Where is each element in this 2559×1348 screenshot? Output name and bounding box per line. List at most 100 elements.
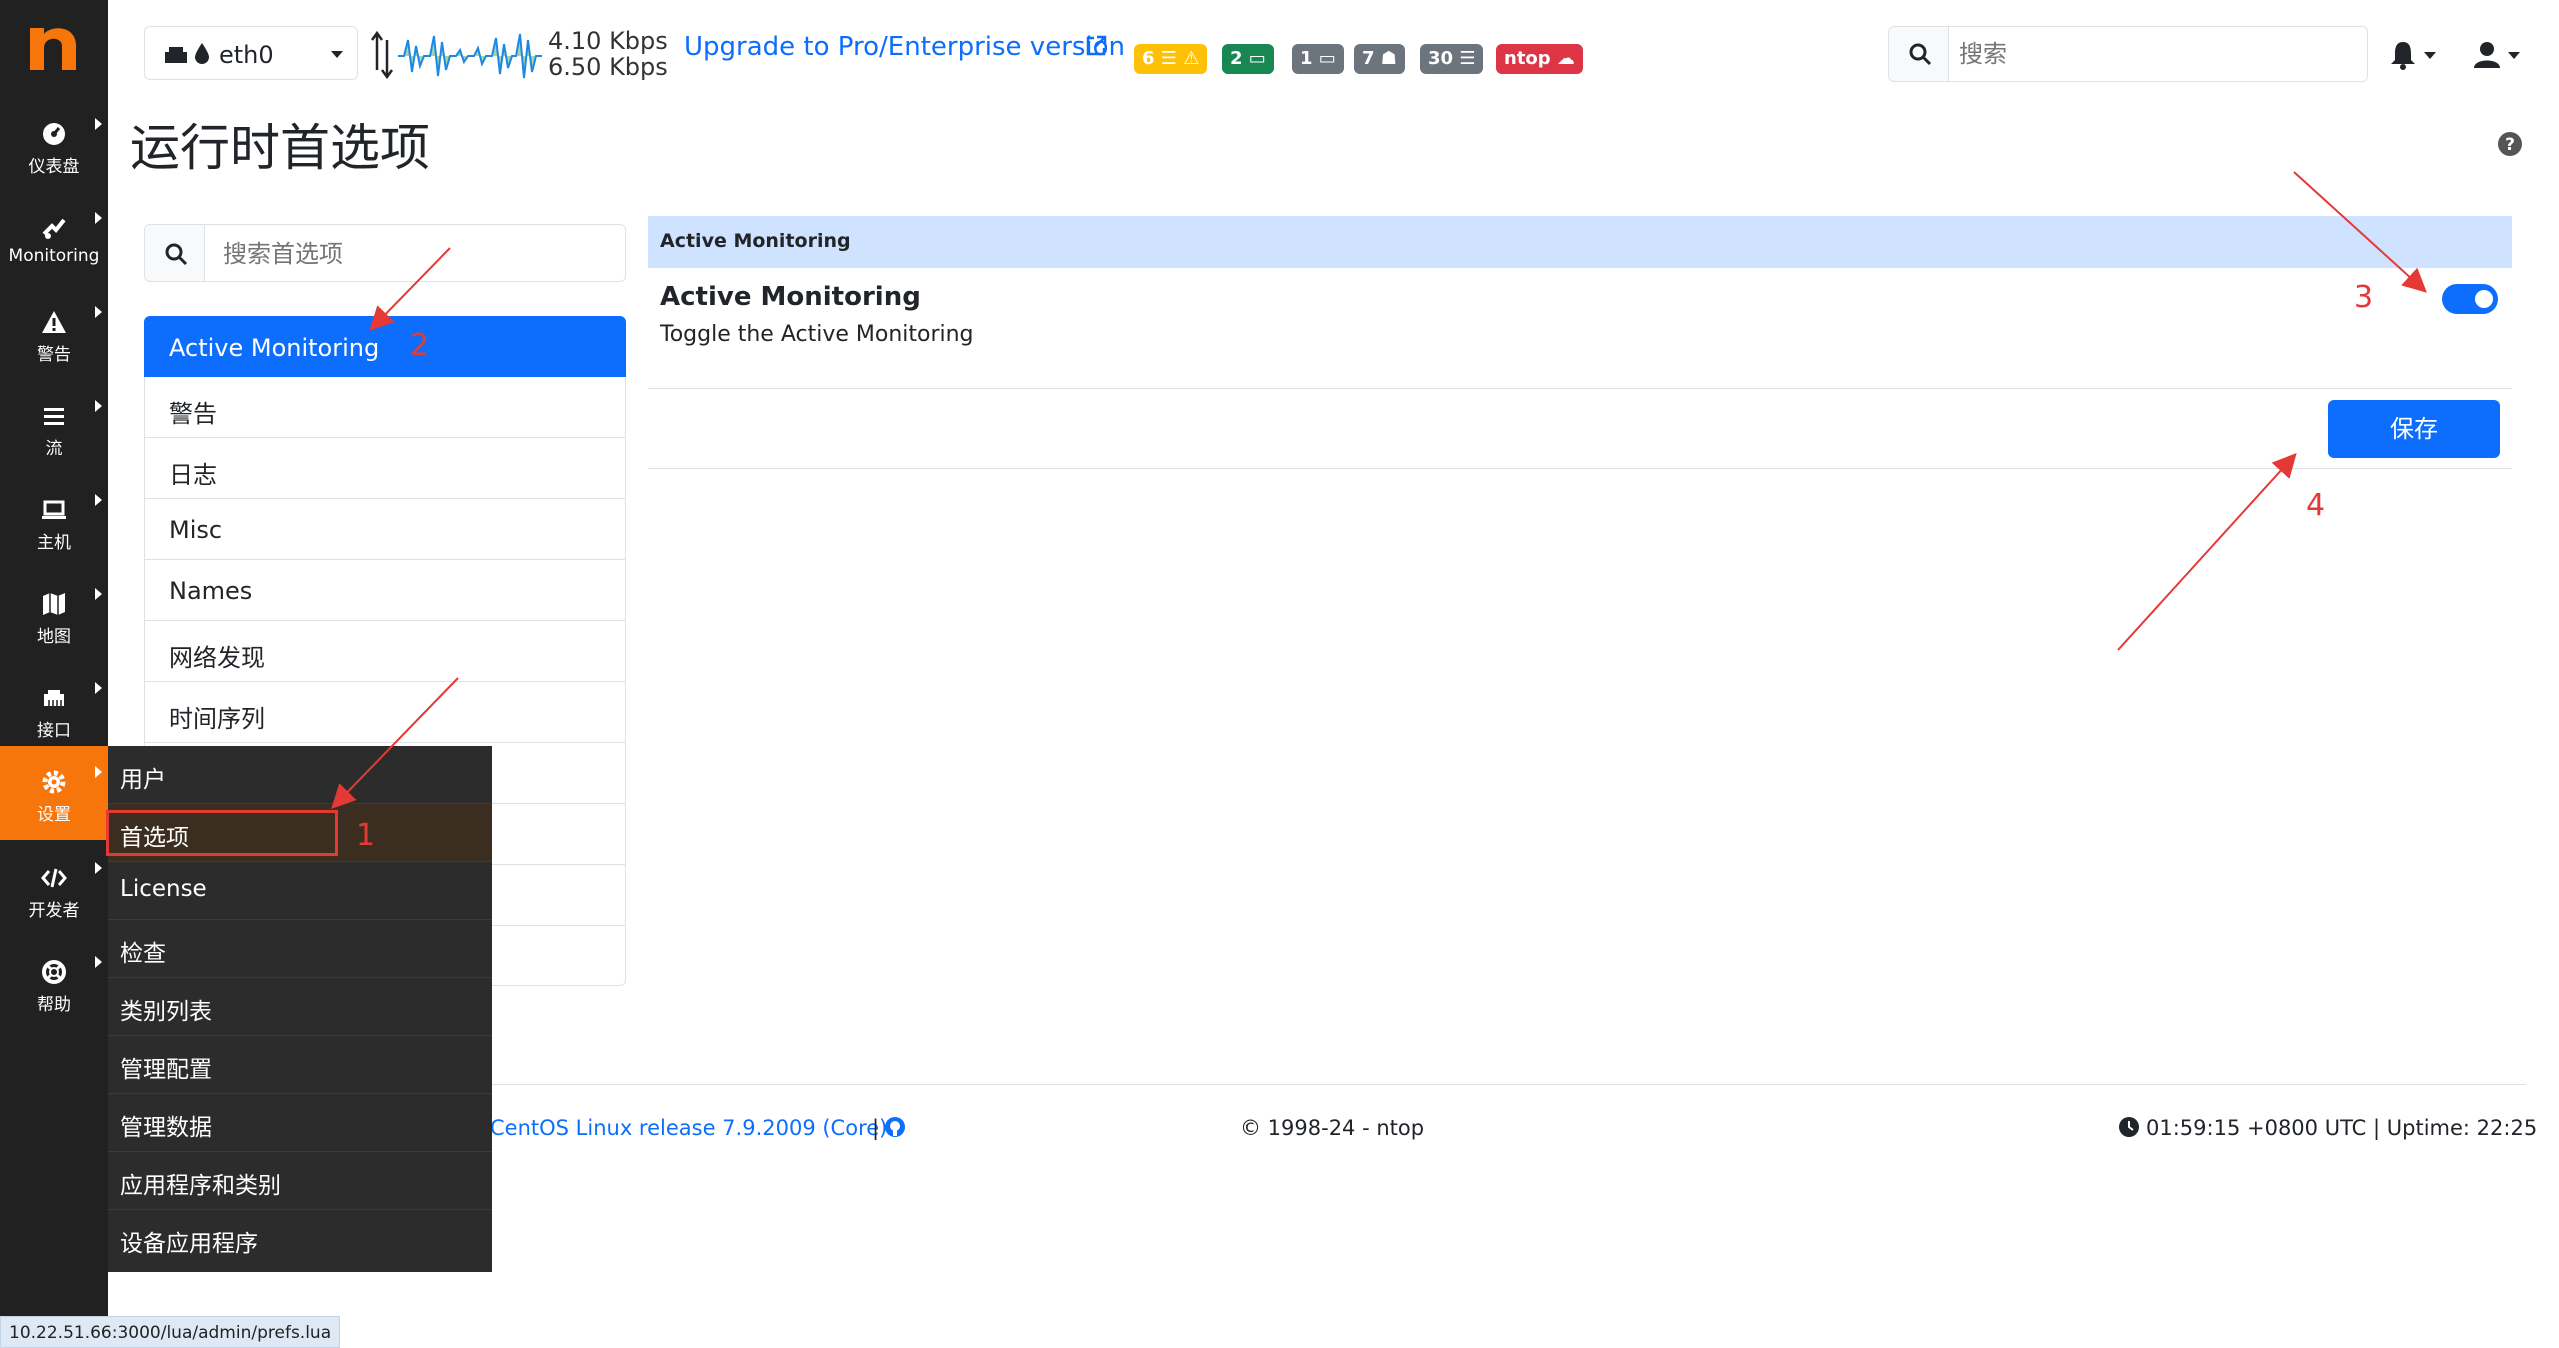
pref-item-misc[interactable]: Misc (144, 499, 626, 560)
chevron-right-icon (95, 956, 102, 968)
chevron-right-icon (95, 118, 102, 130)
sidebar-label: 设置 (37, 805, 71, 825)
annotation-number: 2 (410, 328, 430, 363)
sidebar-label: 开发者 (28, 901, 80, 921)
search-button[interactable] (145, 225, 205, 281)
submenu-item-categories[interactable]: 类别列表 (108, 978, 492, 1036)
save-button[interactable]: 保存 (2328, 400, 2500, 458)
sidebar-item-settings[interactable]: 设置 (0, 746, 108, 840)
pref-title: Active Monitoring (660, 282, 921, 312)
sidebar-label: 仪表盘 (28, 157, 80, 177)
lifering-icon (42, 960, 66, 984)
hosts-icon (42, 500, 66, 519)
submenu-item-license[interactable]: License (108, 862, 492, 920)
chevron-right-icon (95, 494, 102, 506)
pref-item-active-monitoring[interactable]: Active Monitoring (144, 316, 626, 377)
sidebar-item-monitoring[interactable]: Monitoring (0, 192, 108, 284)
dashboard-icon (43, 123, 65, 145)
sidebar-label: 帮助 (37, 995, 71, 1015)
search-input[interactable] (1959, 37, 2349, 71)
sidebar-label: 地图 (37, 627, 71, 647)
github-icon[interactable] (884, 1116, 906, 1138)
pref-item-alerts[interactable]: 警告 (144, 377, 626, 438)
download-rate: 6.50 Kbps (548, 53, 668, 81)
bell-icon[interactable] (2386, 38, 2420, 72)
monitoring-icon (42, 218, 66, 239)
local-hosts-badge[interactable]: 2 ▭ (1222, 44, 1274, 74)
sidebar: 仪表盘 Monitoring 警告 流 主机 地图 接口 设置 开发者 帮助 (0, 0, 108, 1348)
flows-badge[interactable]: 30 ☰ (1420, 44, 1484, 74)
chevron-right-icon (95, 306, 102, 318)
sidebar-item-developer[interactable]: 开发者 (0, 842, 108, 934)
flows-icon (44, 408, 64, 425)
chevron-right-icon (95, 766, 102, 778)
pcap-drop-icon (195, 43, 209, 64)
remote-hosts-badge[interactable]: 1 ▭ (1292, 44, 1344, 74)
devices-badge[interactable]: 7 ☗ (1354, 44, 1405, 74)
search-icon (165, 243, 188, 266)
sidebar-item-alerts[interactable]: 警告 (0, 286, 108, 378)
preferences-search (144, 224, 626, 282)
question-circle-icon[interactable]: ? (2496, 130, 2524, 158)
sidebar-item-hosts[interactable]: 主机 (0, 474, 108, 566)
sidebar-item-dashboard[interactable]: 仪表盘 (0, 98, 108, 190)
sidebar-label: 主机 (37, 533, 71, 553)
uptime-text: 01:59:15 +0800 UTC | Uptime: 22:25 (2146, 1116, 2538, 1140)
browser-status-url: 10.22.51.66:3000/lua/admin/prefs.lua (0, 1316, 340, 1348)
submenu-item-device-apps[interactable]: 设备应用程序 (108, 1210, 492, 1268)
ntop-logo[interactable] (22, 14, 86, 74)
sidebar-item-map[interactable]: 地图 (0, 568, 108, 660)
upgrade-link[interactable]: Upgrade to Pro/Enterprise version (684, 32, 1125, 62)
pref-item-network-discovery[interactable]: 网络发现 (144, 621, 626, 682)
toggle-knob (2475, 290, 2493, 308)
annotation-number: 3 (2354, 280, 2374, 315)
interface-icon (44, 690, 64, 706)
chevron-down-icon (2424, 52, 2436, 59)
active-monitoring-toggle[interactable] (2442, 284, 2498, 314)
preferences-search-input[interactable] (223, 237, 603, 271)
alert-icon (42, 311, 66, 333)
ethernet-icon (165, 47, 187, 63)
search-button[interactable] (1889, 27, 1949, 81)
pref-description: Toggle the Active Monitoring (660, 322, 974, 347)
chevron-right-icon (95, 212, 102, 224)
submenu-item-check[interactable]: 检查 (108, 920, 492, 978)
sidebar-label: 接口 (37, 721, 71, 741)
chevron-down-icon (331, 51, 343, 58)
traffic-sparkline (398, 33, 542, 79)
sidebar-label: 流 (45, 439, 63, 459)
chevron-right-icon (95, 588, 102, 600)
pref-item-logging[interactable]: 日志 (144, 438, 626, 499)
interface-name: eth0 (219, 41, 274, 69)
global-search (1888, 26, 2368, 82)
submenu-item-users[interactable]: 用户 (108, 746, 492, 804)
annotation-number: 1 (356, 818, 376, 853)
ntop-cloud-badge[interactable]: ntop ☁ (1496, 44, 1583, 74)
footer-separator: | (872, 1116, 880, 1140)
submenu-item-applications[interactable]: 应用程序和类别 (108, 1152, 492, 1210)
pref-item-timeseries[interactable]: 时间序列 (144, 682, 626, 743)
sidebar-label: 警告 (37, 345, 71, 365)
chevron-right-icon (95, 400, 102, 412)
pref-item-names[interactable]: Names (144, 560, 626, 621)
interface-selector[interactable]: eth0 (144, 26, 358, 80)
divider (648, 388, 2512, 389)
submenu-item-manage-data[interactable]: 管理数据 (108, 1094, 492, 1152)
sidebar-item-flows[interactable]: 流 (0, 380, 108, 472)
annotation-highlight-box (106, 810, 338, 856)
external-link-icon[interactable] (1084, 34, 1108, 58)
code-icon (41, 868, 67, 888)
sidebar-item-help[interactable]: 帮助 (0, 936, 108, 1028)
sidebar-label: Monitoring (8, 246, 100, 266)
search-icon (1909, 43, 1932, 66)
user-icon[interactable] (2470, 38, 2504, 72)
submenu-item-manage-config[interactable]: 管理配置 (108, 1036, 492, 1094)
alerts-badge[interactable]: 6 ☰ ⚠ (1134, 44, 1208, 74)
gear-icon (42, 770, 66, 794)
panel-header: Active Monitoring (648, 216, 2512, 268)
sidebar-item-interfaces[interactable]: 接口 (0, 662, 108, 754)
chevron-right-icon (95, 862, 102, 874)
clock-icon (2119, 1117, 2139, 1137)
os-link[interactable]: CentOS Linux release 7.9.2009 (Core) (490, 1116, 887, 1140)
map-icon (43, 593, 65, 615)
